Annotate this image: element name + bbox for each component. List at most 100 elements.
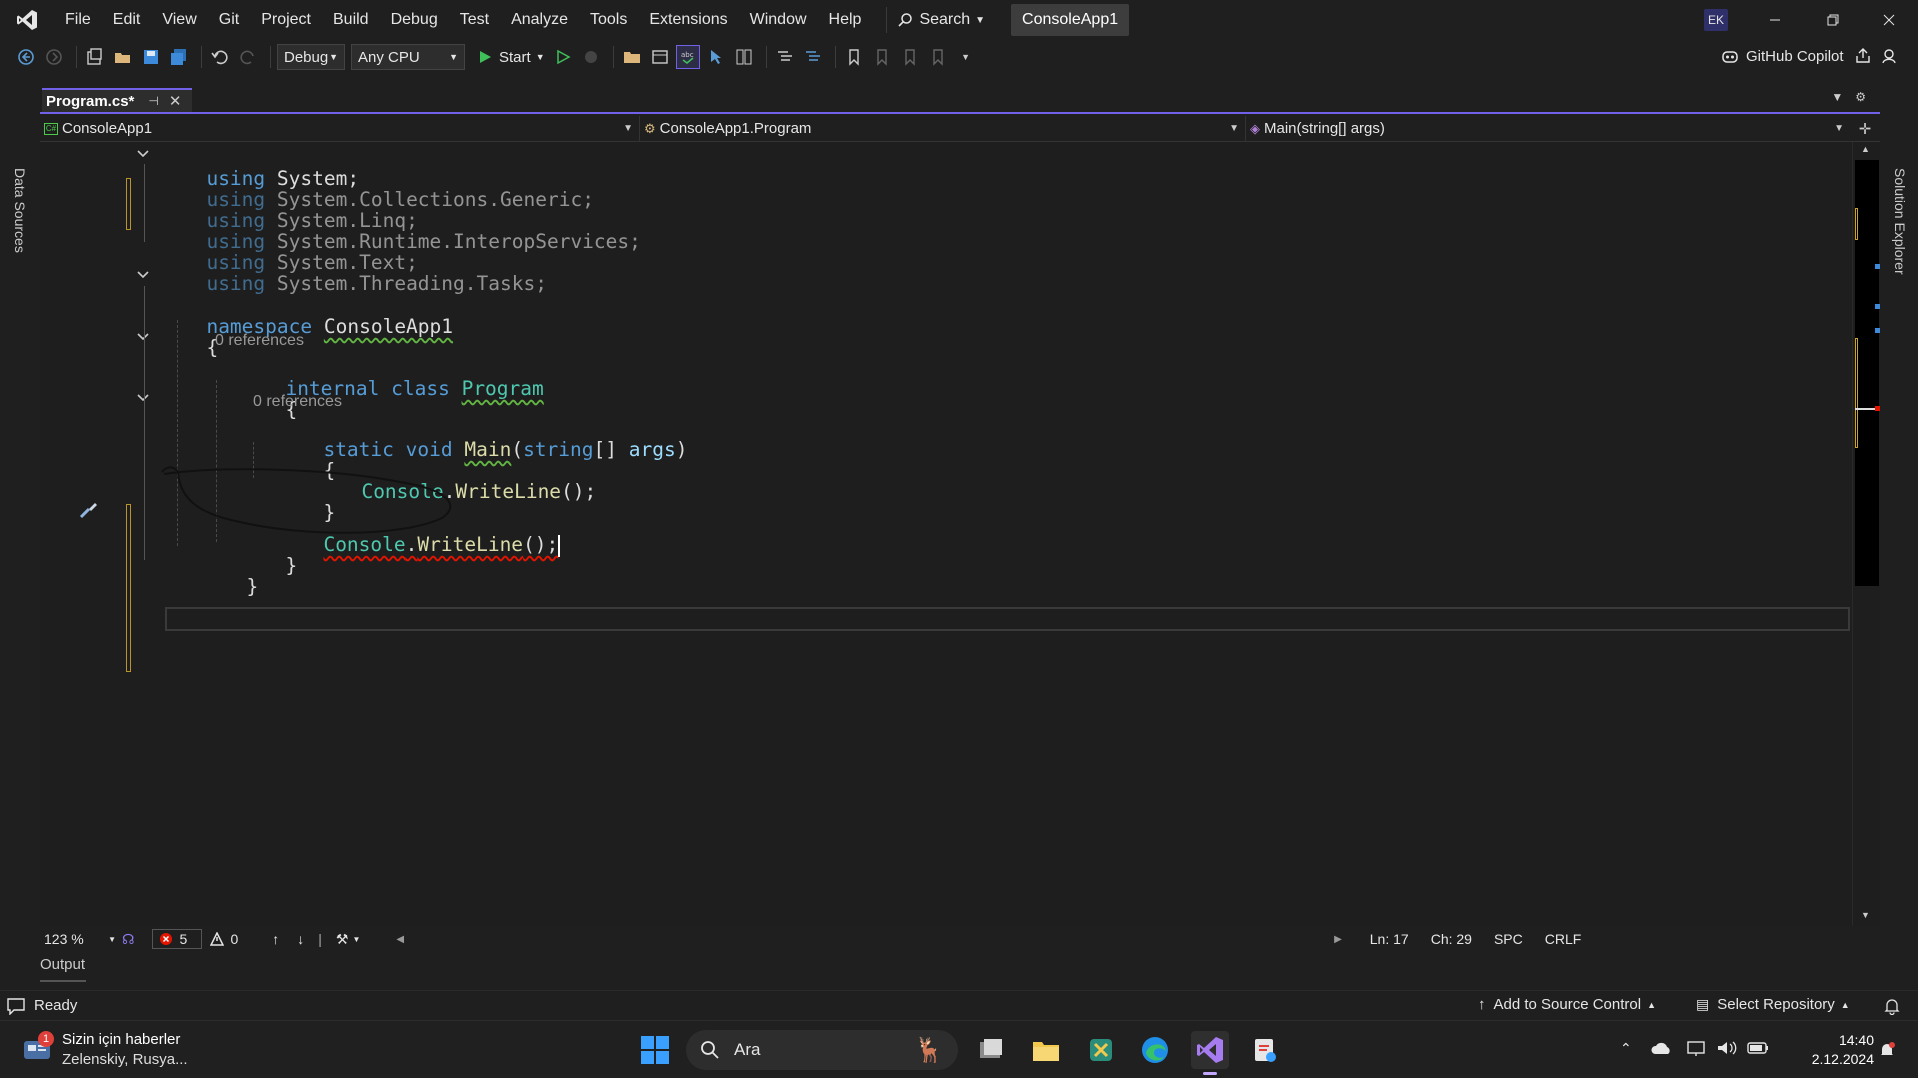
taskbar-clock[interactable]: 14:40 2.12.2024 xyxy=(1800,1031,1874,1069)
step-into-button[interactable] xyxy=(704,45,728,69)
warning-count-button[interactable]: 0 xyxy=(210,931,238,947)
uncomment-button[interactable] xyxy=(801,45,825,69)
intellicode-icon[interactable]: ☊ xyxy=(122,931,134,948)
column-number[interactable]: Ch: 29 xyxy=(1431,931,1472,947)
codelens-class-references[interactable]: 0 references xyxy=(215,331,304,351)
open-file-button[interactable] xyxy=(111,45,135,69)
pin-icon[interactable]: ⊣ xyxy=(148,94,158,108)
file-explorer-button[interactable] xyxy=(1027,1031,1065,1069)
codelens-method-references[interactable]: 0 references xyxy=(253,392,342,412)
type-dropdown[interactable]: ⚙ ConsoleApp1.Program ▼ xyxy=(640,115,1246,142)
solution-name[interactable]: ConsoleApp1 xyxy=(1011,4,1130,36)
new-project-button[interactable] xyxy=(83,45,107,69)
member-dropdown[interactable]: ◈ Main(string[] args) ▼ xyxy=(1246,116,1850,142)
clear-bookmarks-button[interactable] xyxy=(926,45,950,69)
account-avatar[interactable]: EK xyxy=(1704,9,1728,31)
show-hidden-icons-chevron-up-icon[interactable]: ⌃ xyxy=(1620,1040,1632,1057)
tab-list-dropdown-icon[interactable]: ▼ xyxy=(1831,90,1843,104)
navigate-forward-button[interactable] xyxy=(42,45,66,69)
feedback-icon[interactable] xyxy=(1880,47,1898,65)
menu-extensions[interactable]: Extensions xyxy=(638,0,738,40)
solution-platform-dropdown[interactable]: Any CPU ▼ xyxy=(351,44,465,70)
scroll-left-arrow-icon[interactable]: ◀ xyxy=(396,934,404,945)
news-widget[interactable]: 1 Sizin için haberler Zelenskiy, Rusya..… xyxy=(22,1030,188,1070)
menu-project[interactable]: Project xyxy=(250,0,322,40)
editor-vertical-scrollbar[interactable]: ▲ ▼ xyxy=(1852,142,1880,926)
chevron-down-icon[interactable]: ▼ xyxy=(352,935,360,944)
split-editor-icon[interactable]: ✛ xyxy=(1850,120,1880,138)
start-debugging-button[interactable]: Start ▼ xyxy=(477,49,545,66)
line-number[interactable]: Ln: 17 xyxy=(1370,931,1409,947)
previous-issue-arrow-icon[interactable]: ↑ xyxy=(272,931,279,947)
menu-file[interactable]: File xyxy=(54,0,102,40)
taskbar-search-box[interactable]: Ara 🦌 xyxy=(686,1030,958,1070)
menu-debug[interactable]: Debug xyxy=(380,0,449,40)
redo-button[interactable] xyxy=(236,45,260,69)
menu-help[interactable]: Help xyxy=(818,0,873,40)
restore-button[interactable] xyxy=(1804,0,1862,40)
project-dropdown[interactable]: C# ConsoleApp1 ▼ xyxy=(40,115,640,142)
github-copilot-button[interactable]: GitHub Copilot xyxy=(1720,47,1898,65)
search-button[interactable]: Search ▼ xyxy=(886,7,995,33)
snip-sketch-button[interactable] xyxy=(1246,1031,1284,1069)
gear-icon[interactable]: ⚙ xyxy=(1855,90,1866,104)
scrollbar-thumb[interactable] xyxy=(1855,160,1879,586)
data-sources-tab[interactable]: Data Sources xyxy=(12,168,28,253)
comment-button[interactable] xyxy=(773,45,797,69)
line-ending[interactable]: CRLF xyxy=(1545,931,1582,947)
horizontal-scrollbar[interactable] xyxy=(404,937,1334,941)
notification-bell-icon[interactable] xyxy=(1878,1040,1896,1060)
start-without-debugging-button[interactable] xyxy=(551,45,575,69)
minimize-button[interactable] xyxy=(1746,0,1804,40)
menu-view[interactable]: View xyxy=(151,0,207,40)
whitespace-mode[interactable]: SPC xyxy=(1494,931,1523,947)
volume-speaker-icon[interactable] xyxy=(1716,1039,1738,1057)
solution-folder-button[interactable] xyxy=(620,45,644,69)
scroll-up-arrow-icon[interactable]: ▲ xyxy=(1861,144,1870,154)
menu-git[interactable]: Git xyxy=(208,0,250,40)
code-editor[interactable]: using System; using System.Collections.G… xyxy=(40,142,1852,926)
undo-button[interactable] xyxy=(208,45,232,69)
close-window-button[interactable] xyxy=(1860,0,1918,40)
close-tab-icon[interactable]: ✕ xyxy=(169,92,182,110)
scroll-down-arrow-icon[interactable]: ▼ xyxy=(1861,910,1870,920)
output-tab[interactable]: Output xyxy=(40,956,85,973)
snipping-tool-button[interactable] xyxy=(1082,1031,1120,1069)
onedrive-cloud-icon[interactable] xyxy=(1650,1040,1672,1056)
save-button[interactable] xyxy=(139,45,163,69)
select-repository-button[interactable]: ▤ Select Repository ▲ xyxy=(1696,996,1850,1013)
menu-window[interactable]: Window xyxy=(739,0,818,40)
menu-test[interactable]: Test xyxy=(449,0,500,40)
next-issue-arrow-icon[interactable]: ↓ xyxy=(297,931,304,947)
share-icon[interactable] xyxy=(1854,47,1872,65)
layout-button[interactable] xyxy=(648,45,672,69)
add-to-source-control-button[interactable]: ↑ Add to Source Control ▲ xyxy=(1478,996,1656,1013)
split-view-button[interactable] xyxy=(732,45,756,69)
next-bookmark-button[interactable] xyxy=(898,45,922,69)
solution-configuration-dropdown[interactable]: Debug ▼ xyxy=(277,44,345,70)
tab-program-cs[interactable]: Program.cs* ⊣ ✕ xyxy=(42,88,192,112)
menu-analyze[interactable]: Analyze xyxy=(500,0,579,40)
menu-edit[interactable]: Edit xyxy=(102,0,152,40)
previous-bookmark-button[interactable] xyxy=(870,45,894,69)
visual-studio-logo-icon[interactable] xyxy=(0,0,54,40)
task-view-button[interactable] xyxy=(972,1031,1010,1069)
toolbar-overflow-button[interactable]: ▼ xyxy=(954,45,978,69)
status-chat-icon[interactable] xyxy=(6,997,26,1015)
network-icon[interactable] xyxy=(1686,1039,1706,1057)
edge-browser-button[interactable] xyxy=(1136,1031,1174,1069)
menu-tools[interactable]: Tools xyxy=(579,0,638,40)
scroll-right-arrow-icon[interactable]: ▶ xyxy=(1334,934,1342,945)
hot-reload-button[interactable] xyxy=(579,45,603,69)
start-menu-button[interactable] xyxy=(636,1031,674,1069)
spell-check-toggle[interactable]: abc xyxy=(675,45,700,69)
zoom-dropdown[interactable]: 123 % ▼ xyxy=(44,931,116,947)
visual-studio-taskbar-button[interactable] xyxy=(1191,1031,1229,1075)
battery-icon[interactable] xyxy=(1746,1040,1770,1056)
notifications-bell-icon[interactable] xyxy=(1884,997,1900,1015)
bookmark-button[interactable] xyxy=(842,45,866,69)
error-count-button[interactable]: 5 xyxy=(152,929,203,949)
solution-explorer-tab[interactable]: Solution Explorer xyxy=(1892,168,1908,275)
navigate-back-button[interactable] xyxy=(14,45,38,69)
save-all-button[interactable] xyxy=(167,45,191,69)
